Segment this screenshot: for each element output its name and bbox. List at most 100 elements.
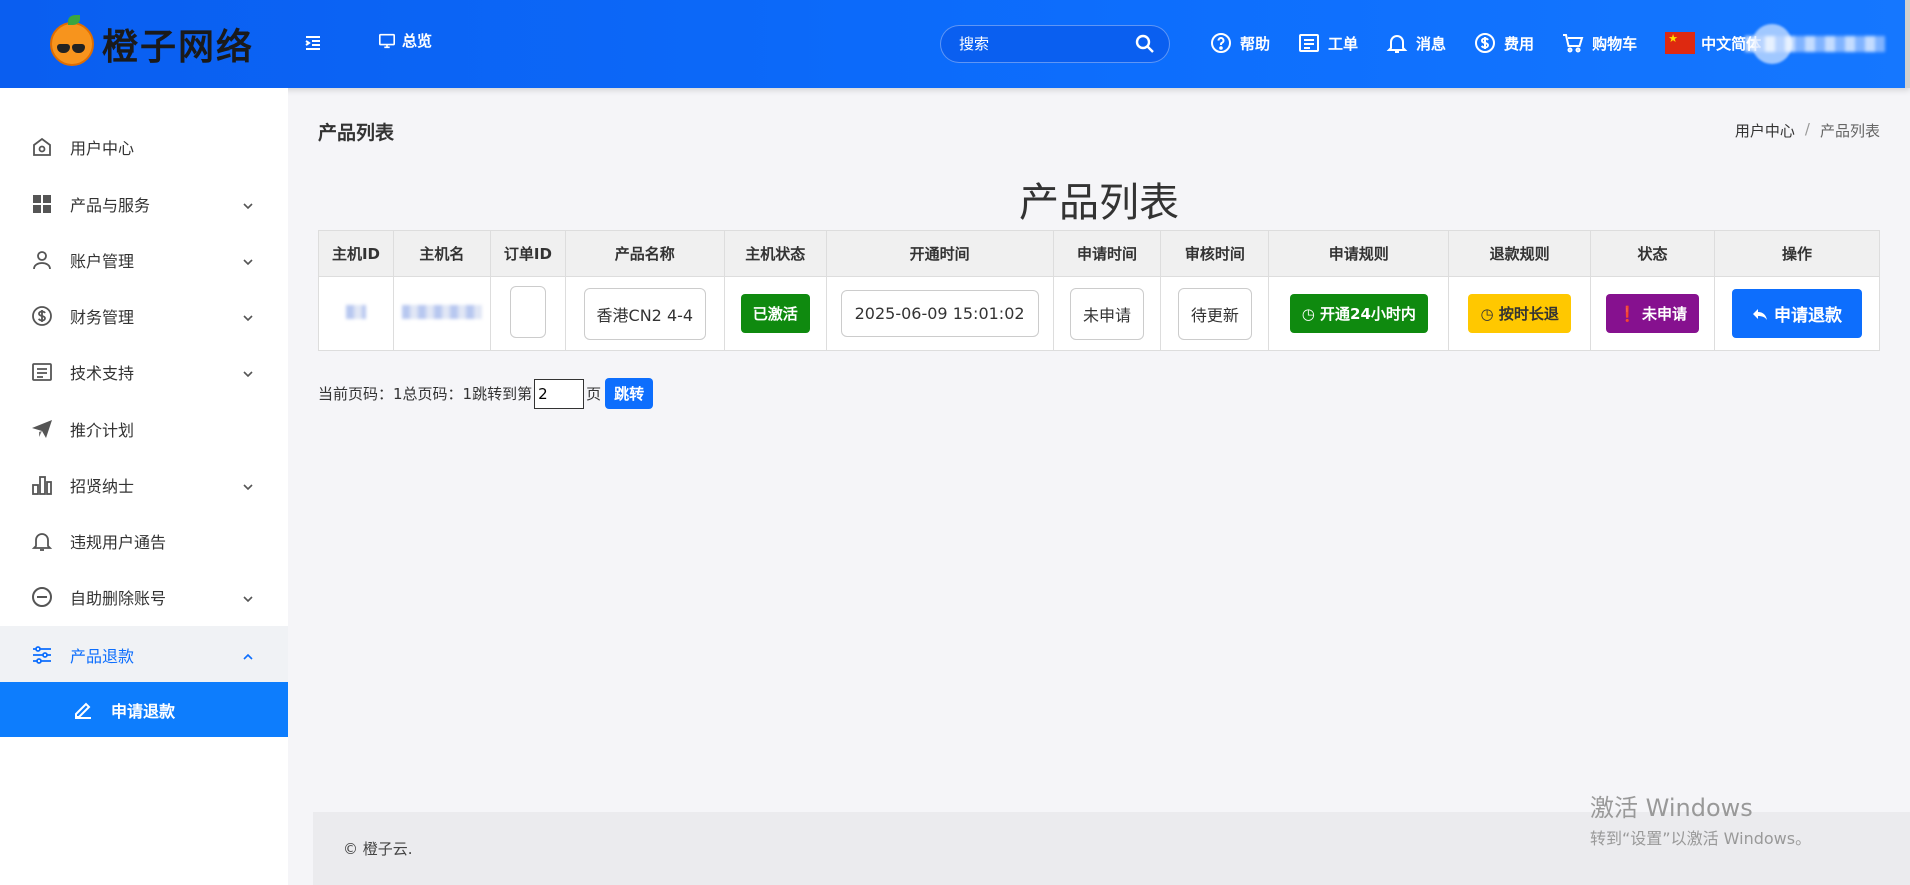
minus-circle-icon bbox=[30, 585, 54, 609]
host-status-badge: 已激活 bbox=[740, 294, 810, 333]
cell-review-time: 待更新 bbox=[1160, 276, 1270, 351]
apply-refund-label: 申请退款 bbox=[1774, 306, 1842, 325]
logo[interactable]: 橙子网络 bbox=[50, 15, 254, 68]
search-icon[interactable] bbox=[1135, 34, 1155, 54]
sidebar-item-label: 产品与服务 bbox=[70, 196, 151, 215]
sidebar-subitem-apply-refund[interactable]: 申请退款 bbox=[0, 682, 288, 737]
nav-messages[interactable]: 消息 bbox=[1386, 32, 1446, 54]
reply-icon bbox=[1753, 308, 1767, 320]
username-blurred[interactable] bbox=[1745, 36, 1885, 52]
open-time-box: 2025-06-09 15:01:02 bbox=[840, 290, 1039, 337]
nav-cart[interactable]: 购物车 bbox=[1562, 32, 1637, 54]
document-icon bbox=[30, 360, 54, 384]
sidebar-item-violations[interactable]: 违规用户通告 bbox=[0, 512, 288, 568]
jump-button[interactable]: 跳转 bbox=[605, 378, 654, 409]
pen-icon bbox=[72, 698, 94, 720]
sliders-icon bbox=[30, 643, 54, 667]
page-suffix-label: 页 bbox=[586, 385, 602, 403]
sidebar-item-label: 自助删除账号 bbox=[70, 589, 167, 608]
nav-billing-label: 费用 bbox=[1504, 34, 1535, 53]
cell-product-name: 香港CN2 4-4 bbox=[564, 276, 725, 351]
copyright-text: © 橙子云. bbox=[343, 840, 413, 858]
orange-logo-icon bbox=[50, 15, 94, 66]
col-open-time: 开通时间 bbox=[825, 230, 1054, 277]
sidebar-item-label: 推介计划 bbox=[70, 421, 135, 440]
apply-rule-badge: ◷ 开通24小时内 bbox=[1289, 294, 1428, 333]
ticket-icon bbox=[1299, 34, 1320, 52]
status-badge: ❗ 未申请 bbox=[1606, 294, 1700, 333]
status-label: 未申请 bbox=[1642, 305, 1688, 323]
col-host-status: 主机状态 bbox=[723, 230, 827, 277]
home-icon bbox=[30, 135, 54, 159]
windows-activation-watermark: 激活 Windows 转到“设置”以激活 Windows。 bbox=[1590, 788, 1811, 849]
bell-icon bbox=[30, 529, 54, 553]
cart-icon bbox=[1563, 34, 1584, 53]
breadcrumb-home[interactable]: 用户中心 bbox=[1735, 120, 1795, 141]
apply-time-box: 未申请 bbox=[1069, 287, 1144, 340]
chevron-up-icon bbox=[242, 648, 254, 660]
sidebar-item-referral[interactable]: 推介计划 bbox=[0, 400, 288, 456]
sidebar-item-delete-account[interactable]: 自助删除账号 bbox=[0, 568, 288, 624]
host-name-blurred bbox=[401, 305, 482, 319]
col-review-time: 审核时间 bbox=[1160, 230, 1270, 277]
breadcrumb: 用户中心 / 产品列表 bbox=[1735, 120, 1880, 141]
nav-messages-label: 消息 bbox=[1416, 34, 1447, 53]
col-host-name: 主机名 bbox=[392, 230, 491, 277]
clock-icon: ◷ bbox=[1301, 305, 1315, 323]
refund-rule-label: 按时长退 bbox=[1498, 305, 1559, 323]
jump-to-label: 跳转到第 bbox=[472, 385, 533, 403]
scrollbar[interactable] bbox=[1905, 0, 1910, 88]
order-id-box bbox=[509, 285, 546, 338]
search-box bbox=[940, 25, 1170, 63]
cell-open-time: 2025-06-09 15:01:02 bbox=[825, 276, 1054, 351]
sidebar-item-label: 账户管理 bbox=[70, 252, 135, 271]
chevron-down-icon bbox=[242, 309, 254, 322]
sidebar-item-label: 违规用户通告 bbox=[70, 533, 167, 552]
apply-refund-button[interactable]: 申请退款 bbox=[1732, 289, 1862, 338]
chevron-down-icon bbox=[242, 253, 254, 266]
sidebar-item-support[interactable]: 技术支持 bbox=[0, 343, 288, 399]
cell-host-id bbox=[318, 276, 394, 351]
nav-billing[interactable]: 费用 bbox=[1474, 32, 1534, 54]
chevron-down-icon bbox=[242, 365, 254, 378]
help-icon bbox=[1211, 33, 1231, 53]
watermark-line2: 转到“设置”以激活 Windows。 bbox=[1590, 829, 1812, 848]
main-content: 产品列表 用户中心 / 产品列表 产品列表 主机ID 主机名 订单ID 产品名称… bbox=[288, 88, 1910, 885]
sidebar: 用户中心 产品与服务 账户管理 财务管理 技术支持 推介计划 招贤纳士 违规用户… bbox=[0, 88, 288, 885]
dollar-icon bbox=[1475, 33, 1496, 53]
nav-ticket[interactable]: 工单 bbox=[1298, 32, 1358, 54]
breadcrumb-current: 产品列表 bbox=[1819, 122, 1880, 140]
col-apply-time: 申请时间 bbox=[1052, 230, 1162, 277]
sidebar-item-account[interactable]: 账户管理 bbox=[0, 231, 288, 287]
table-row: 香港CN2 4-4 已激活 2025-06-09 15:01:02 未申请 待更… bbox=[318, 276, 1880, 351]
top-header: 橙子网络 总览 帮助 工单 消息 费用 购物车 bbox=[0, 0, 1910, 88]
bar-chart-icon bbox=[30, 473, 54, 497]
current-page-label: 当前页码：1 bbox=[318, 385, 403, 403]
chevron-down-icon bbox=[242, 197, 254, 210]
sidebar-item-label: 产品退款 bbox=[70, 647, 135, 666]
review-time-box: 待更新 bbox=[1177, 287, 1252, 340]
overview-link[interactable]: 总览 bbox=[378, 30, 432, 51]
page-number-input[interactable] bbox=[534, 378, 585, 409]
cell-action: 申请退款 bbox=[1714, 276, 1880, 351]
col-refund-rule: 退款规则 bbox=[1448, 230, 1592, 277]
nav-help[interactable]: 帮助 bbox=[1210, 32, 1270, 54]
sidebar-item-careers[interactable]: 招贤纳士 bbox=[0, 456, 288, 512]
chevron-down-icon bbox=[242, 590, 254, 603]
cell-host-status: 已激活 bbox=[723, 276, 827, 351]
sidebar-item-label: 招贤纳士 bbox=[70, 477, 135, 496]
col-order-id: 订单ID bbox=[489, 230, 566, 277]
header-nav: 帮助 工单 消息 费用 购物车 中文简体 bbox=[1210, 28, 1761, 58]
cell-host-name bbox=[392, 276, 491, 351]
bell-icon bbox=[1386, 35, 1408, 53]
menu-toggle-icon[interactable] bbox=[303, 33, 323, 53]
sidebar-item-user-center[interactable]: 用户中心 bbox=[0, 118, 288, 174]
dollar-circle-icon bbox=[30, 304, 54, 328]
sidebar-item-products[interactable]: 产品与服务 bbox=[0, 175, 288, 231]
list-heading: 产品列表 bbox=[1019, 180, 1179, 226]
product-table: 主机ID 主机名 订单ID 产品名称 主机状态 开通时间 申请时间 审核时间 申… bbox=[318, 230, 1880, 351]
nav-cart-label: 购物车 bbox=[1592, 34, 1638, 53]
sidebar-item-refund[interactable]: 产品退款 bbox=[0, 626, 288, 682]
search-input[interactable] bbox=[959, 35, 1129, 53]
sidebar-item-finance[interactable]: 财务管理 bbox=[0, 287, 288, 343]
